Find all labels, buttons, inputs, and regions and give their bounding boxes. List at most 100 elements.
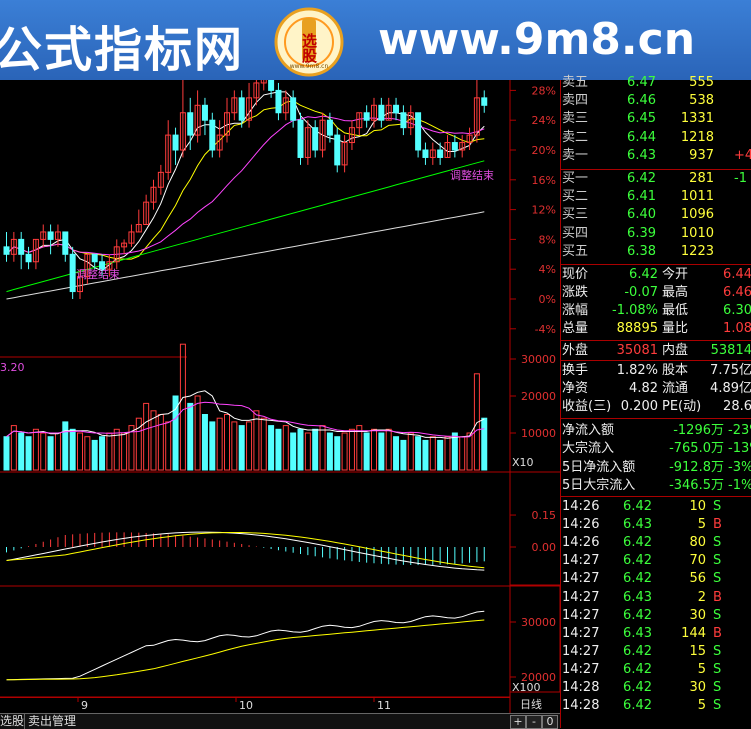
tick-side: S <box>713 535 722 551</box>
reset-zoom-button[interactable]: 0 <box>542 715 558 729</box>
stat-value: 1.82% <box>616 363 658 378</box>
stat-value: 7.75亿 <box>710 363 751 378</box>
tick-row: 14:27 6.42 56 S <box>560 570 751 588</box>
zoom-in-button[interactable]: + <box>510 715 526 729</box>
level-volume: 1010 <box>680 225 714 241</box>
tab-sell-manage[interactable]: 卖出管理 <box>24 714 76 729</box>
level-label: 卖五 <box>562 75 589 90</box>
stat-value: 28.6 <box>723 399 751 414</box>
flow-label: 大宗流入 <box>562 441 615 457</box>
candle-body <box>422 149 429 158</box>
tick-price: 6.42 <box>623 571 652 587</box>
level-price: 6.46 <box>627 93 656 109</box>
volume-bar <box>422 439 429 471</box>
volume-bar <box>3 436 10 471</box>
site-logo-icon: 选股 www.9m8.cn <box>274 7 344 77</box>
tick-row: 14:27 6.42 5 S <box>560 661 751 679</box>
candle-body <box>400 112 407 129</box>
candle-body <box>481 97 488 106</box>
tick-side: S <box>713 680 722 695</box>
level-volume: 1011 <box>680 189 714 205</box>
level-volume: 555 <box>689 75 714 90</box>
volume-bar <box>179 343 186 471</box>
buy-level-row: 买三 6.40 1096 <box>560 206 751 224</box>
tick-row: 14:28 6.42 30 S <box>560 679 751 697</box>
level-price: 6.39 <box>627 225 656 241</box>
period-label: 日线 <box>520 697 542 711</box>
volume-bar <box>143 402 150 471</box>
volume-bar <box>209 421 216 471</box>
tick-price: 6.42 <box>623 499 652 514</box>
level-label: 卖一 <box>562 147 589 163</box>
tick-volume: 80 <box>689 535 706 551</box>
candle-body <box>363 112 370 121</box>
level-label: 买四 <box>562 225 589 241</box>
volume-bar <box>231 421 238 471</box>
volume-axis: 30000 20000 10000 <box>510 353 556 440</box>
logo-sub: www.9m8.cn <box>290 63 329 70</box>
level-price: 6.41 <box>627 189 656 205</box>
candle-body <box>393 104 400 114</box>
volume-bar <box>260 417 267 471</box>
volume-bar <box>201 414 208 471</box>
volume-bar <box>32 428 39 471</box>
quote-row: 净资 4.82 流通 4.89亿 <box>560 380 751 398</box>
volume-bar <box>312 428 319 471</box>
tick-side: B <box>713 589 722 605</box>
volume-bar <box>187 402 194 471</box>
macd-panel <box>6 531 485 571</box>
level-label: 卖二 <box>562 129 589 145</box>
tick-time: 14:27 <box>562 643 600 659</box>
volume-bar <box>150 410 157 471</box>
sell-level-row: 卖二 6.44 1218 <box>560 129 751 147</box>
level-price: 6.47 <box>627 75 656 90</box>
volume-bar <box>25 436 32 471</box>
tick-volume: 56 <box>689 571 706 587</box>
volume-bar <box>54 432 61 471</box>
tick-time: 14:26 <box>562 499 600 514</box>
stat-value: 35081 <box>616 343 658 358</box>
tick-price: 6.42 <box>623 607 652 623</box>
level-change: +4 <box>734 147 751 163</box>
bottom-unit: X100 <box>512 681 541 694</box>
candle-body <box>312 127 319 151</box>
volume-bar <box>275 428 282 471</box>
tick-side: S <box>713 607 722 623</box>
tick-price: 6.42 <box>623 553 652 569</box>
tick-row: 14:26 6.43 5 B <box>560 516 751 534</box>
flow-percent: -13% <box>728 441 751 457</box>
tick-time: 14:28 <box>562 680 600 695</box>
volume-bar <box>84 436 91 471</box>
bottom-axis-label: 30000 <box>521 616 556 629</box>
volume-bar <box>415 436 422 471</box>
level-volume: 1223 <box>680 243 714 259</box>
tick-side: S <box>713 643 722 659</box>
flow-row: 大宗流入 -765.0万-13% <box>560 440 751 458</box>
candle-body <box>275 89 282 114</box>
stat-label: 现价 <box>562 267 589 282</box>
zoom-out-button[interactable]: - <box>526 715 542 729</box>
tick-price: 6.42 <box>623 535 652 551</box>
candle-body <box>326 119 333 136</box>
price-axis-label: 24% <box>532 114 556 127</box>
stock-chart[interactable]: 28%24%20%16%12%8%4%0%-4% 调整结束 调整结束 3.20 … <box>0 80 560 713</box>
stat-label: 流通 <box>662 381 689 396</box>
ma-line <box>6 115 485 256</box>
price-axis-label: 0% <box>539 293 556 306</box>
sell-level-row: 卖一 6.43 937 +4 <box>560 147 751 165</box>
volume-bar <box>326 432 333 471</box>
tab-stock-select[interactable]: 选股 <box>0 714 24 729</box>
flow-row: 净流入额 -1296万 -23% <box>560 422 751 440</box>
quote-row: 涨跌 -0.07 最高 6.46 <box>560 284 751 302</box>
volume-bar <box>341 432 348 471</box>
level-volume: 1096 <box>680 207 714 223</box>
volume-bar <box>437 439 444 471</box>
tick-volume: 5 <box>697 661 706 677</box>
tick-time: 14:27 <box>562 571 600 587</box>
tick-side: S <box>713 499 722 514</box>
candle-body <box>451 142 458 151</box>
tick-side: S <box>713 661 722 677</box>
tick-price: 6.43 <box>623 517 652 533</box>
level-label: 买一 <box>562 171 589 186</box>
flow-label: 5日大宗流入 <box>562 477 636 493</box>
